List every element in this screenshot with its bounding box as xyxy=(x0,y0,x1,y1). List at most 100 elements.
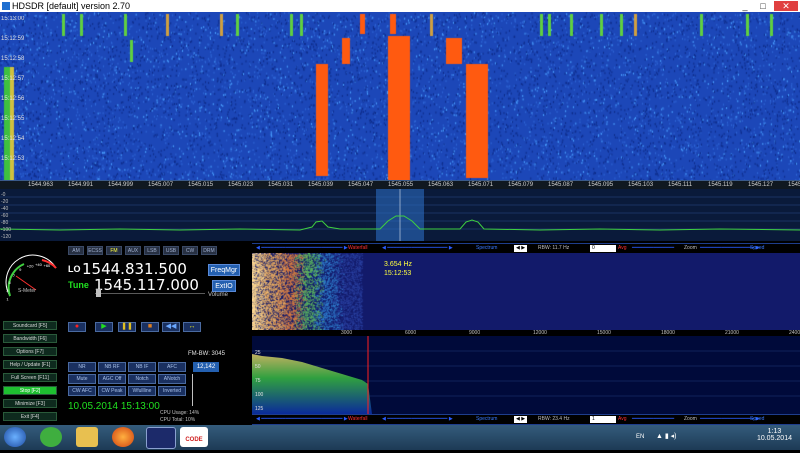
extio-button[interactable]: ExtIO xyxy=(212,280,236,292)
audio-spectrum-label: Spectrum xyxy=(476,416,498,422)
hdsdr-taskbar-icon[interactable] xyxy=(146,427,176,449)
freqmgr-button[interactable]: FreqMgr xyxy=(208,264,240,276)
audio-spectrum-area xyxy=(252,354,372,414)
audio-time-readout: 15:12:53 xyxy=(384,270,412,277)
waterfall-time-label: 15:12:54 xyxy=(1,136,25,142)
w-code-icon[interactable]: CODE xyxy=(180,427,208,447)
s-meter-scale-label: +20 xyxy=(27,264,35,269)
dsp-button-wfullline[interactable]: Wfullline xyxy=(128,386,156,396)
volume-slider-knob[interactable] xyxy=(96,289,101,297)
volume-slider[interactable] xyxy=(95,293,205,298)
audio-waterfall-canvas[interactable] xyxy=(252,253,800,330)
dsp-button-nr[interactable]: NR xyxy=(68,362,96,372)
mode-button-usb[interactable]: USB xyxy=(163,246,179,255)
mode-button-cw[interactable]: CW xyxy=(182,246,198,255)
waterfall-time-label: 15:12:55 xyxy=(1,116,25,122)
main-waterfall-canvas[interactable] xyxy=(0,12,800,180)
spectrum-db-label: -0 xyxy=(1,192,6,198)
lo-frequency[interactable]: 1544.831.500 xyxy=(82,261,187,277)
waterfall-time-label: 15:12:53 xyxy=(1,156,25,162)
stop-button[interactable]: ■ xyxy=(141,322,159,332)
loop-button[interactable]: ↔ xyxy=(183,322,201,332)
start-orb-icon[interactable] xyxy=(4,427,26,447)
dsp-button-cwpeak[interactable]: CW Peak xyxy=(98,386,126,396)
left-button-exit[interactable]: Exit [F4] xyxy=(3,412,57,421)
title-bar: HDSDR [default] version 2.70 _ □ ✕ xyxy=(0,0,800,12)
mode-button-fm[interactable]: FM xyxy=(106,246,122,255)
mode-button-am[interactable]: AM xyxy=(68,246,84,255)
spectrum-db-label: -40 xyxy=(1,206,8,212)
waterfall-time-label: 15:12:57 xyxy=(1,76,25,82)
dsp-button-nbrf[interactable]: NB RF xyxy=(98,362,126,372)
left-button-bandwidth[interactable]: Bandwidth [F6] xyxy=(3,334,57,343)
main-spectrum[interactable]: -0 -20 -40 -60 -80 -100 -120 xyxy=(0,189,800,241)
firefox-icon[interactable] xyxy=(112,427,134,447)
frequency-axis-label: 1545.103 xyxy=(628,182,654,188)
explorer-icon[interactable] xyxy=(76,427,98,447)
mode-button-lsb[interactable]: LSB xyxy=(144,246,160,255)
waterfall-time-label: 15:12:56 xyxy=(1,96,25,102)
dsp-button-nbif[interactable]: NB IF xyxy=(128,362,156,372)
audio-spectrum-db-label: 100 xyxy=(255,392,264,398)
fm-bandwidth-slider[interactable] xyxy=(192,374,193,406)
system-clock[interactable]: 1:13 10.05.2014 xyxy=(757,428,792,442)
main-waterfall[interactable]: 15:13:00 15:12:59 15:12:58 15:12:57 15:12:56… xyxy=(0,12,800,180)
minimize-button[interactable]: _ xyxy=(738,1,752,11)
dsp-button-mute[interactable]: Mute xyxy=(68,374,96,384)
left-button-options[interactable]: Options [F7] xyxy=(3,347,57,356)
frequency-axis-label: 1545.063 xyxy=(428,182,454,188)
pause-button[interactable]: ❚❚ xyxy=(118,322,136,332)
frequency-axis-label: 1545.135 xyxy=(788,182,800,188)
left-button-minimize[interactable]: Minimize [F3] xyxy=(3,399,57,408)
waterfall-time-label: 15:12:58 xyxy=(1,56,25,62)
dsp-button-notch[interactable]: Notch xyxy=(128,374,156,384)
frequency-axis-label: 1545.071 xyxy=(468,182,494,188)
avg-select[interactable]: 0 xyxy=(590,245,616,252)
fm-bandwidth-value[interactable]: 12,142 xyxy=(193,362,219,372)
s-meter-scale-label: 7 xyxy=(13,273,16,278)
frequency-axis-label: 1545.023 xyxy=(228,182,254,188)
dsp-button-agcoff[interactable]: AGC Off xyxy=(98,374,126,384)
dsp-button-cwafc[interactable]: CW AFC xyxy=(68,386,96,396)
dsp-button-anotch[interactable]: ANotch xyxy=(158,374,186,384)
utorrent-icon[interactable] xyxy=(40,427,62,447)
tune-frequency[interactable]: 1545.117.000 xyxy=(94,277,199,293)
spectrum-step-select[interactable]: ◀ ▶ xyxy=(514,245,528,252)
main-spectrum-svg: -0-20-40-60-80-100-120 xyxy=(0,189,800,241)
mode-button-aux[interactable]: AUX xyxy=(125,246,141,255)
rbw-readout: RBW: 11.7 Hz xyxy=(538,245,570,251)
tune-row: Tune 1545.117.000 xyxy=(68,277,208,293)
rewind-button[interactable]: ◀◀ xyxy=(162,322,180,332)
s-meter-scale-label: +60 xyxy=(44,263,52,268)
audio-control-bar: ◀ ━━━━━━━━━━━━━━━━━━━━━━━━━━━ ▶ Waterfal… xyxy=(252,414,800,425)
s-meter-scale-label: 9 xyxy=(19,267,22,272)
clock-date: 10.05.2014 xyxy=(756,435,792,442)
volume-label: Volume xyxy=(208,292,229,298)
left-button-stop[interactable]: Stop [F2] xyxy=(3,386,57,395)
frequency-axis-label: 1545.007 xyxy=(148,182,174,188)
dsp-button-inverted[interactable]: Inverted xyxy=(158,386,186,396)
maximize-button[interactable]: □ xyxy=(756,1,770,11)
lo-row: LO 1544.831.500 xyxy=(68,261,208,277)
audio-waterfall[interactable]: 3.654 Hz 15:12:53 xyxy=(252,253,800,330)
dsp-button-afc[interactable]: AFC xyxy=(158,362,186,372)
language-indicator[interactable]: EN xyxy=(636,434,644,440)
record-button[interactable]: ● xyxy=(68,322,86,332)
audio-spectrum[interactable]: 25 50 75 100 125 xyxy=(252,336,800,414)
lo-label: LO xyxy=(68,264,81,274)
left-button-full[interactable]: Full Screen [F11] xyxy=(3,373,57,382)
close-button[interactable]: ✕ xyxy=(774,1,798,11)
mode-button-drm[interactable]: DRM xyxy=(201,246,217,255)
audio-zoom-label: Zoom xyxy=(684,416,697,422)
play-button[interactable]: ▶ xyxy=(95,322,113,332)
mode-button-ecss[interactable]: ECSS xyxy=(87,246,103,255)
frequency-axis-label: 1545.015 xyxy=(188,182,214,188)
tray-icons[interactable]: ▲ ▮ ◂) xyxy=(656,432,704,442)
s-meter-scale: 13579+20 +40 +60 xyxy=(6,262,51,302)
audio-avg-select[interactable]: 1 xyxy=(590,416,616,423)
left-button-help[interactable]: Help / Update [F1] xyxy=(3,360,57,369)
avg-label: Avg xyxy=(618,245,627,251)
speed-label: Speed xyxy=(750,245,765,251)
audio-spectrum-step-select[interactable]: ◀ ▶ xyxy=(514,416,528,423)
left-button-soundcard[interactable]: Soundcard [F5] xyxy=(3,321,57,330)
